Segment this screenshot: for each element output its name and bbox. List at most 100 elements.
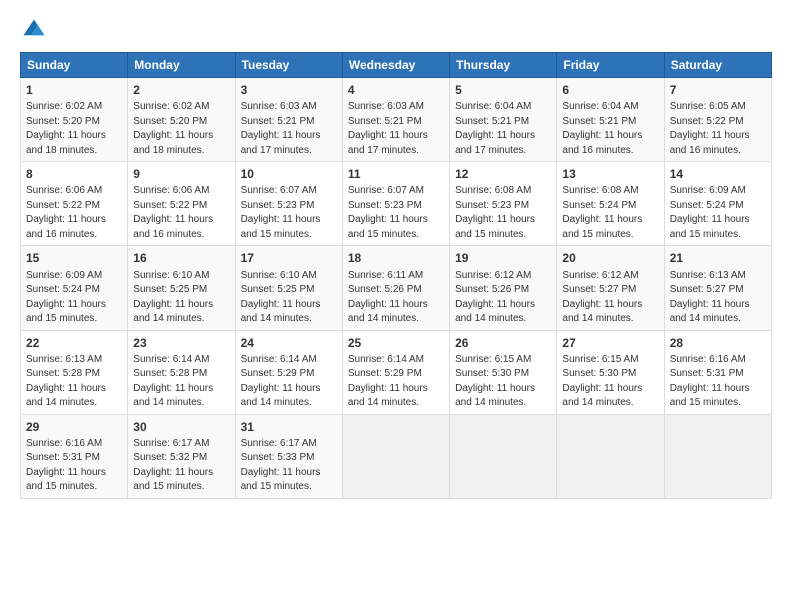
day-info: Sunrise: 6:15 AMSunset: 5:30 PMDaylight:…: [562, 354, 642, 409]
calendar-table: SundayMondayTuesdayWednesdayThursdayFrid…: [20, 52, 772, 499]
day-info: Sunrise: 6:07 AMSunset: 5:23 PMDaylight:…: [241, 185, 321, 240]
day-number: 28: [670, 335, 766, 351]
day-number: 3: [241, 82, 337, 98]
calendar-day-header: Saturday: [664, 53, 771, 78]
calendar-day-cell: 29Sunrise: 6:16 AMSunset: 5:31 PMDayligh…: [21, 414, 128, 498]
day-info: Sunrise: 6:14 AMSunset: 5:29 PMDaylight:…: [241, 354, 321, 409]
day-number: 20: [562, 250, 658, 266]
calendar-day-cell: 3 Sunrise: 6:03 AMSunset: 5:21 PMDaylight…: [235, 78, 342, 162]
calendar-day-cell: [664, 414, 771, 498]
calendar-week-row: 1Sunrise: 6:02 AMSunset: 5:20 PMDaylight…: [21, 78, 772, 162]
day-info: Sunrise: 6:06 AMSunset: 5:22 PMDaylight:…: [133, 185, 213, 240]
calendar-day-cell: 8 Sunrise: 6:06 AMSunset: 5:22 PMDaylight…: [21, 162, 128, 246]
day-number: 18: [348, 250, 444, 266]
calendar-day-cell: [342, 414, 449, 498]
day-info: Sunrise: 6:10 AMSunset: 5:25 PMDaylight:…: [133, 270, 213, 325]
calendar-day-cell: 1Sunrise: 6:02 AMSunset: 5:20 PMDaylight…: [21, 78, 128, 162]
logo: [20, 16, 52, 44]
calendar-day-cell: 21 Sunrise: 6:13 AMSunset: 5:27 PMDayligh…: [664, 246, 771, 330]
calendar-day-cell: 12 Sunrise: 6:08 AMSunset: 5:23 PMDayligh…: [450, 162, 557, 246]
day-info: Sunrise: 6:10 AMSunset: 5:25 PMDaylight:…: [241, 270, 321, 325]
calendar-day-cell: 9 Sunrise: 6:06 AMSunset: 5:22 PMDaylight…: [128, 162, 235, 246]
day-info: Sunrise: 6:13 AMSunset: 5:28 PMDaylight:…: [26, 354, 106, 409]
day-number: 30: [133, 419, 229, 435]
day-number: 8: [26, 166, 122, 182]
calendar-day-cell: 19Sunrise: 6:12 AMSunset: 5:26 PMDayligh…: [450, 246, 557, 330]
day-number: 29: [26, 419, 122, 435]
calendar-week-row: 15 Sunrise: 6:09 AMSunset: 5:24 PMDayligh…: [21, 246, 772, 330]
calendar-day-cell: 16 Sunrise: 6:10 AMSunset: 5:25 PMDayligh…: [128, 246, 235, 330]
day-number: 21: [670, 250, 766, 266]
calendar-day-header: Friday: [557, 53, 664, 78]
calendar-day-cell: 31 Sunrise: 6:17 AMSunset: 5:33 PMDayligh…: [235, 414, 342, 498]
calendar-week-row: 29Sunrise: 6:16 AMSunset: 5:31 PMDayligh…: [21, 414, 772, 498]
day-number: 23: [133, 335, 229, 351]
day-number: 15: [26, 250, 122, 266]
calendar-day-cell: 13 Sunrise: 6:08 AMSunset: 5:24 PMDayligh…: [557, 162, 664, 246]
calendar-day-cell: 26 Sunrise: 6:15 AMSunset: 5:30 PMDayligh…: [450, 330, 557, 414]
day-number: 26: [455, 335, 551, 351]
day-number: 12: [455, 166, 551, 182]
calendar-day-cell: 10 Sunrise: 6:07 AMSunset: 5:23 PMDayligh…: [235, 162, 342, 246]
day-number: 7: [670, 82, 766, 98]
day-info: Sunrise: 6:17 AMSunset: 5:33 PMDaylight:…: [241, 438, 321, 493]
day-number: 4: [348, 82, 444, 98]
day-number: 13: [562, 166, 658, 182]
day-info: Sunrise: 6:04 AMSunset: 5:21 PMDaylight:…: [562, 101, 642, 156]
calendar-day-cell: 23 Sunrise: 6:14 AMSunset: 5:28 PMDayligh…: [128, 330, 235, 414]
day-number: 2: [133, 82, 229, 98]
day-info: Sunrise: 6:09 AMSunset: 5:24 PMDaylight:…: [26, 270, 106, 325]
day-number: 5: [455, 82, 551, 98]
day-info: Sunrise: 6:14 AMSunset: 5:29 PMDaylight:…: [348, 354, 428, 409]
calendar-day-cell: 11 Sunrise: 6:07 AMSunset: 5:23 PMDayligh…: [342, 162, 449, 246]
day-info: Sunrise: 6:03 AMSunset: 5:21 PMDaylight:…: [348, 101, 428, 156]
calendar-day-header: Wednesday: [342, 53, 449, 78]
calendar-day-cell: 4 Sunrise: 6:03 AMSunset: 5:21 PMDaylight…: [342, 78, 449, 162]
calendar-day-cell: 30 Sunrise: 6:17 AMSunset: 5:32 PMDayligh…: [128, 414, 235, 498]
header: [20, 16, 772, 44]
day-number: 17: [241, 250, 337, 266]
day-info: Sunrise: 6:12 AMSunset: 5:26 PMDaylight:…: [455, 270, 535, 325]
calendar-day-cell: 17 Sunrise: 6:10 AMSunset: 5:25 PMDayligh…: [235, 246, 342, 330]
day-info: Sunrise: 6:07 AMSunset: 5:23 PMDaylight:…: [348, 185, 428, 240]
calendar-day-header: Thursday: [450, 53, 557, 78]
day-number: 9: [133, 166, 229, 182]
calendar-week-row: 22 Sunrise: 6:13 AMSunset: 5:28 PMDayligh…: [21, 330, 772, 414]
day-info: Sunrise: 6:03 AMSunset: 5:21 PMDaylight:…: [241, 101, 321, 156]
day-info: Sunrise: 6:16 AMSunset: 5:31 PMDaylight:…: [670, 354, 750, 409]
day-info: Sunrise: 6:04 AMSunset: 5:21 PMDaylight:…: [455, 101, 535, 156]
day-info: Sunrise: 6:08 AMSunset: 5:23 PMDaylight:…: [455, 185, 535, 240]
day-number: 11: [348, 166, 444, 182]
day-info: Sunrise: 6:13 AMSunset: 5:27 PMDaylight:…: [670, 270, 750, 325]
day-number: 31: [241, 419, 337, 435]
day-number: 24: [241, 335, 337, 351]
calendar-day-cell: 6Sunrise: 6:04 AMSunset: 5:21 PMDaylight…: [557, 78, 664, 162]
calendar-day-cell: 2Sunrise: 6:02 AMSunset: 5:20 PMDaylight…: [128, 78, 235, 162]
calendar-day-cell: 24 Sunrise: 6:14 AMSunset: 5:29 PMDayligh…: [235, 330, 342, 414]
calendar-week-row: 8 Sunrise: 6:06 AMSunset: 5:22 PMDaylight…: [21, 162, 772, 246]
calendar-day-cell: [557, 414, 664, 498]
day-info: Sunrise: 6:14 AMSunset: 5:28 PMDaylight:…: [133, 354, 213, 409]
day-number: 10: [241, 166, 337, 182]
calendar-day-cell: 20 Sunrise: 6:12 AMSunset: 5:27 PMDayligh…: [557, 246, 664, 330]
day-number: 16: [133, 250, 229, 266]
day-info: Sunrise: 6:15 AMSunset: 5:30 PMDaylight:…: [455, 354, 535, 409]
calendar-day-cell: 7Sunrise: 6:05 AMSunset: 5:22 PMDaylight…: [664, 78, 771, 162]
calendar-day-cell: 5 Sunrise: 6:04 AMSunset: 5:21 PMDaylight…: [450, 78, 557, 162]
day-info: Sunrise: 6:12 AMSunset: 5:27 PMDaylight:…: [562, 270, 642, 325]
day-info: Sunrise: 6:17 AMSunset: 5:32 PMDaylight:…: [133, 438, 213, 493]
day-number: 22: [26, 335, 122, 351]
calendar-day-cell: 14Sunrise: 6:09 AMSunset: 5:24 PMDayligh…: [664, 162, 771, 246]
calendar-day-cell: 22 Sunrise: 6:13 AMSunset: 5:28 PMDayligh…: [21, 330, 128, 414]
day-info: Sunrise: 6:08 AMSunset: 5:24 PMDaylight:…: [562, 185, 642, 240]
day-number: 14: [670, 166, 766, 182]
day-number: 25: [348, 335, 444, 351]
day-number: 1: [26, 82, 122, 98]
calendar-day-cell: 18Sunrise: 6:11 AMSunset: 5:26 PMDayligh…: [342, 246, 449, 330]
calendar-day-header: Monday: [128, 53, 235, 78]
calendar-day-header: Sunday: [21, 53, 128, 78]
day-info: Sunrise: 6:06 AMSunset: 5:22 PMDaylight:…: [26, 185, 106, 240]
page-container: SundayMondayTuesdayWednesdayThursdayFrid…: [0, 0, 792, 509]
calendar-day-cell: [450, 414, 557, 498]
calendar-day-cell: 15 Sunrise: 6:09 AMSunset: 5:24 PMDayligh…: [21, 246, 128, 330]
